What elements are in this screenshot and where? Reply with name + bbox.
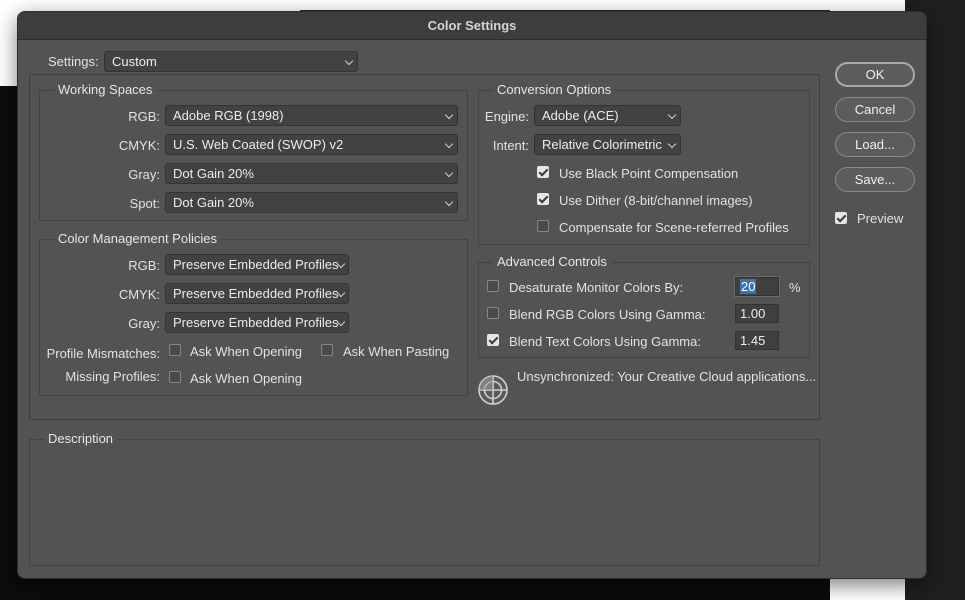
ws-gray-label: Gray:: [128, 167, 160, 182]
background-bottom-area: [0, 575, 830, 600]
cancel-button[interactable]: Cancel: [835, 97, 915, 122]
chevron-down-icon: [444, 197, 454, 207]
working-spaces-title: Working Spaces: [54, 82, 157, 97]
intent-select[interactable]: Relative Colorimetric: [534, 134, 681, 155]
settings-select[interactable]: Custom: [104, 51, 358, 72]
policies-title: Color Management Policies: [54, 231, 221, 246]
chevron-down-icon: [667, 139, 677, 149]
blend-text-label[interactable]: Blend Text Colors Using Gamma:: [509, 334, 701, 349]
save-button[interactable]: Save...: [835, 167, 915, 192]
advanced-title: Advanced Controls: [493, 254, 611, 269]
missing-ask-opening-label[interactable]: Ask When Opening: [190, 371, 302, 386]
desaturate-unit: %: [789, 280, 801, 295]
missing-profiles-label: Missing Profiles:: [65, 369, 160, 384]
description-title: Description: [44, 431, 118, 446]
black-point-checkbox[interactable]: [537, 166, 549, 178]
policy-cmyk-select[interactable]: Preserve Embedded Profiles: [165, 283, 349, 304]
desaturate-label[interactable]: Desaturate Monitor Colors By:: [509, 280, 683, 295]
ok-button[interactable]: OK: [835, 62, 915, 87]
preview-checkbox[interactable]: [835, 212, 847, 224]
black-point-label[interactable]: Use Black Point Compensation: [559, 166, 738, 181]
blend-rgb-checkbox[interactable]: [487, 307, 499, 319]
ws-spot-select[interactable]: Dot Gain 20%: [165, 192, 458, 213]
engine-label: Engine:: [484, 109, 529, 124]
policy-gray-label: Gray:: [128, 316, 160, 331]
missing-ask-opening-checkbox[interactable]: [169, 371, 181, 383]
blend-rgb-input[interactable]: 1.00: [735, 304, 779, 323]
intent-label: Intent:: [492, 138, 529, 153]
settings-label: Settings:: [48, 54, 99, 69]
chevron-down-icon: [344, 56, 354, 66]
policy-cmyk-label: CMYK:: [118, 287, 160, 302]
scene-referred-label[interactable]: Compensate for Scene-referred Profiles: [559, 220, 789, 235]
conversion-title: Conversion Options: [493, 82, 616, 97]
ws-rgb-select[interactable]: Adobe RGB (1998): [165, 105, 458, 126]
policy-gray-select[interactable]: Preserve Embedded Profiles: [165, 312, 349, 333]
dialog-title: Color Settings: [18, 12, 926, 40]
color-settings-dialog: Color Settings Settings: Custom Working …: [18, 12, 926, 578]
mismatch-ask-opening-checkbox[interactable]: [169, 344, 181, 356]
profile-mismatches-label: Profile Mismatches:: [46, 346, 160, 361]
policy-rgb-select[interactable]: Preserve Embedded Profiles: [165, 254, 349, 275]
desaturate-checkbox[interactable]: [487, 280, 499, 292]
chevron-down-icon: [444, 139, 454, 149]
dither-label[interactable]: Use Dither (8-bit/channel images): [559, 193, 753, 208]
blend-rgb-label[interactable]: Blend RGB Colors Using Gamma:: [509, 307, 706, 322]
mismatch-ask-opening-label[interactable]: Ask When Opening: [190, 344, 302, 359]
load-button[interactable]: Load...: [835, 132, 915, 157]
sync-status-icon: [478, 375, 508, 405]
chevron-down-icon: [667, 110, 677, 120]
ws-cmyk-select[interactable]: U.S. Web Coated (SWOP) v2: [165, 134, 458, 155]
scene-referred-checkbox[interactable]: [537, 220, 549, 232]
engine-select[interactable]: Adobe (ACE): [534, 105, 681, 126]
description-box: [29, 439, 820, 566]
preview-label[interactable]: Preview: [857, 211, 903, 226]
blend-text-input[interactable]: 1.45: [735, 331, 779, 350]
sync-status-text: Unsynchronized: Your Creative Cloud appl…: [517, 369, 817, 384]
dither-checkbox[interactable]: [537, 193, 549, 205]
mismatch-ask-pasting-checkbox[interactable]: [321, 344, 333, 356]
ws-rgb-label: RGB:: [128, 109, 160, 124]
ws-gray-select[interactable]: Dot Gain 20%: [165, 163, 458, 184]
policy-rgb-label: RGB:: [128, 258, 160, 273]
desaturate-input[interactable]: 20: [735, 277, 779, 296]
ws-cmyk-label: CMYK:: [118, 138, 160, 153]
chevron-down-icon: [444, 168, 454, 178]
ws-spot-label: Spot:: [129, 196, 160, 211]
mismatch-ask-pasting-label[interactable]: Ask When Pasting: [343, 344, 449, 359]
blend-text-checkbox[interactable]: [487, 334, 499, 346]
chevron-down-icon: [444, 110, 454, 120]
